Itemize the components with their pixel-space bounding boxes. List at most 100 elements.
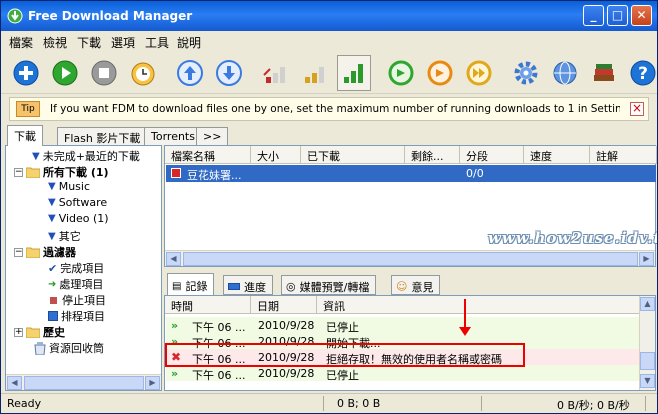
move-up-icon — [177, 60, 203, 86]
tab-progress[interactable]: 進度 — [223, 275, 273, 295]
column-header-date[interactable]: 日期 — [251, 296, 317, 314]
minimize-button[interactable]: _ — [583, 5, 604, 26]
tab-more[interactable]: >> — [196, 127, 229, 145]
success-chevron-icon: » — [171, 319, 179, 332]
tab-opinions[interactable]: ☺ 意見 — [391, 275, 441, 295]
column-header-info[interactable]: 資訊 — [317, 296, 640, 314]
svg-text:?: ? — [638, 64, 648, 84]
tree-item-completed[interactable]: ✔ 完成項目 — [48, 260, 104, 276]
tree-item-all-downloads[interactable]: − 所有下載 (1) — [14, 164, 109, 180]
stop-square-icon — [50, 296, 57, 304]
tree-item-software[interactable]: ▼ Software — [48, 196, 107, 209]
tree-item-history[interactable]: + 歷史 — [14, 324, 65, 340]
speed-medium-button[interactable] — [298, 55, 332, 91]
menu-file[interactable]: 檔案 — [9, 34, 33, 51]
stopped-status-icon — [171, 168, 181, 178]
maximize-icon: □ — [611, 8, 624, 22]
column-header-size[interactable]: 大小 — [251, 146, 301, 164]
table-row[interactable]: » 下午 06 ... 2010/9/28 已停止 — [166, 365, 640, 382]
tree-item-stopped[interactable]: 停止項目 — [48, 292, 106, 308]
menu-download[interactable]: 下載 — [77, 34, 101, 51]
title-bar[interactable]: Free Download Manager _ □ ✕ — [1, 1, 657, 31]
downloads-horizontal-scrollbar[interactable]: ◀ ▶ — [165, 250, 655, 266]
tab-log[interactable]: ▤ 記錄 — [167, 273, 215, 295]
comment-face-icon: ☺ — [396, 280, 408, 293]
speed-low-button[interactable] — [259, 55, 293, 91]
scroll-down-icon[interactable]: ▼ — [640, 374, 655, 388]
download-burst-icon — [466, 60, 492, 86]
download-burst-button[interactable] — [462, 55, 496, 91]
recycle-bin-icon — [34, 341, 46, 355]
tree-item-filters[interactable]: − 過濾器 — [14, 244, 76, 260]
start-download-icon — [52, 60, 78, 86]
scroll-thumb[interactable] — [24, 376, 144, 390]
scroll-up-icon[interactable]: ▲ — [640, 297, 655, 311]
scheduler-button[interactable] — [126, 55, 160, 91]
scroll-left-icon[interactable]: ◀ — [7, 376, 22, 390]
column-header-comment[interactable]: 註解 — [590, 146, 657, 164]
download-switch-button[interactable] — [423, 55, 457, 91]
tab-downloads[interactable]: 下載 — [7, 125, 43, 146]
add-download-button[interactable] — [9, 55, 43, 91]
start-download-button[interactable] — [48, 55, 82, 91]
move-up-button[interactable] — [173, 55, 207, 91]
menu-tools[interactable]: 工具 — [145, 34, 169, 51]
settings-button[interactable] — [509, 55, 543, 91]
network-globe-icon — [553, 61, 577, 85]
tree-item-in-progress[interactable]: ➜ 處理項目 — [48, 276, 103, 292]
menu-help[interactable]: 說明 — [177, 34, 201, 51]
tip-close-button[interactable]: × — [630, 102, 644, 116]
move-down-button[interactable] — [212, 55, 246, 91]
column-header-downloaded[interactable]: 已下載 — [301, 146, 405, 164]
scheduler-icon — [131, 62, 155, 86]
tree-item-other[interactable]: ▼ 其它 — [48, 228, 81, 244]
tree-item-video[interactable]: ▼ Video (1) — [48, 212, 109, 225]
collapse-icon[interactable]: − — [14, 247, 23, 257]
network-button[interactable] — [548, 55, 582, 91]
column-header-filename[interactable]: 檔案名稱 — [165, 146, 251, 164]
tree-item-music[interactable]: ▼ Music — [48, 180, 90, 193]
close-icon: ✕ — [636, 8, 647, 22]
tree-horizontal-scrollbar[interactable]: ◀ ▶ — [6, 374, 161, 390]
download-refresh-button[interactable] — [384, 55, 418, 91]
expand-icon[interactable]: + — [14, 327, 23, 337]
close-button[interactable]: ✕ — [631, 5, 652, 26]
tree-item-recycle-bin[interactable]: 資源回收筒 — [34, 340, 104, 356]
app-logo-icon — [7, 8, 23, 24]
help-button[interactable]: ? — [626, 55, 657, 91]
speed-high-button[interactable] — [337, 55, 371, 91]
status-traffic: 0 B; 0 B — [337, 397, 381, 410]
log-vertical-scrollbar[interactable]: ▲ ▼ — [639, 296, 655, 390]
status-bar: Ready 0 B; 0 B 0 B/秒; 0 B/秒 — [1, 393, 657, 413]
media-reel-icon: ◎ — [286, 280, 296, 293]
tab-torrents[interactable]: Torrents — [144, 127, 202, 145]
column-header-sections[interactable]: 分段 — [460, 146, 524, 164]
download-switch-icon — [427, 60, 453, 86]
scroll-thumb[interactable] — [183, 252, 638, 266]
minimize-icon: _ — [590, 8, 597, 22]
table-row[interactable]: 豆花妹署... 0/0 — [166, 165, 656, 182]
scroll-right-icon[interactable]: ▶ — [145, 376, 160, 390]
tab-media-preview[interactable]: ◎ 媒體預覽/轉檔 — [281, 275, 377, 295]
play-arrow-icon: ➜ — [48, 278, 57, 290]
maximize-button[interactable]: □ — [607, 5, 628, 26]
column-header-time[interactable]: 時間 — [165, 296, 251, 314]
status-divider — [645, 396, 646, 411]
menu-bar: 檔案 檢視 下載 選項 工具 說明 — [1, 31, 657, 51]
scroll-left-icon[interactable]: ◀ — [166, 252, 181, 266]
stop-download-button[interactable] — [87, 55, 121, 91]
scroll-thumb[interactable] — [640, 352, 655, 370]
column-header-remaining[interactable]: 剩餘... — [405, 146, 460, 164]
collapse-icon[interactable]: − — [14, 167, 23, 177]
menu-options[interactable]: 選項 — [111, 34, 135, 51]
tab-flash-video[interactable]: Flash 影片下載 — [57, 127, 148, 145]
table-row[interactable]: » 下午 06 ... 2010/9/28 已停止 — [166, 317, 640, 334]
annotation-arrow-line — [464, 299, 466, 329]
menu-view[interactable]: 檢視 — [43, 34, 67, 51]
scroll-right-icon[interactable]: ▶ — [639, 252, 654, 266]
settings-gear-icon — [514, 61, 538, 85]
library-button[interactable] — [587, 55, 621, 91]
column-header-speed[interactable]: 速度 — [524, 146, 590, 164]
tree-item-recent[interactable]: ▼ 未完成+最近的下載 — [32, 148, 140, 164]
tree-item-scheduled[interactable]: 排程項目 — [48, 308, 105, 324]
